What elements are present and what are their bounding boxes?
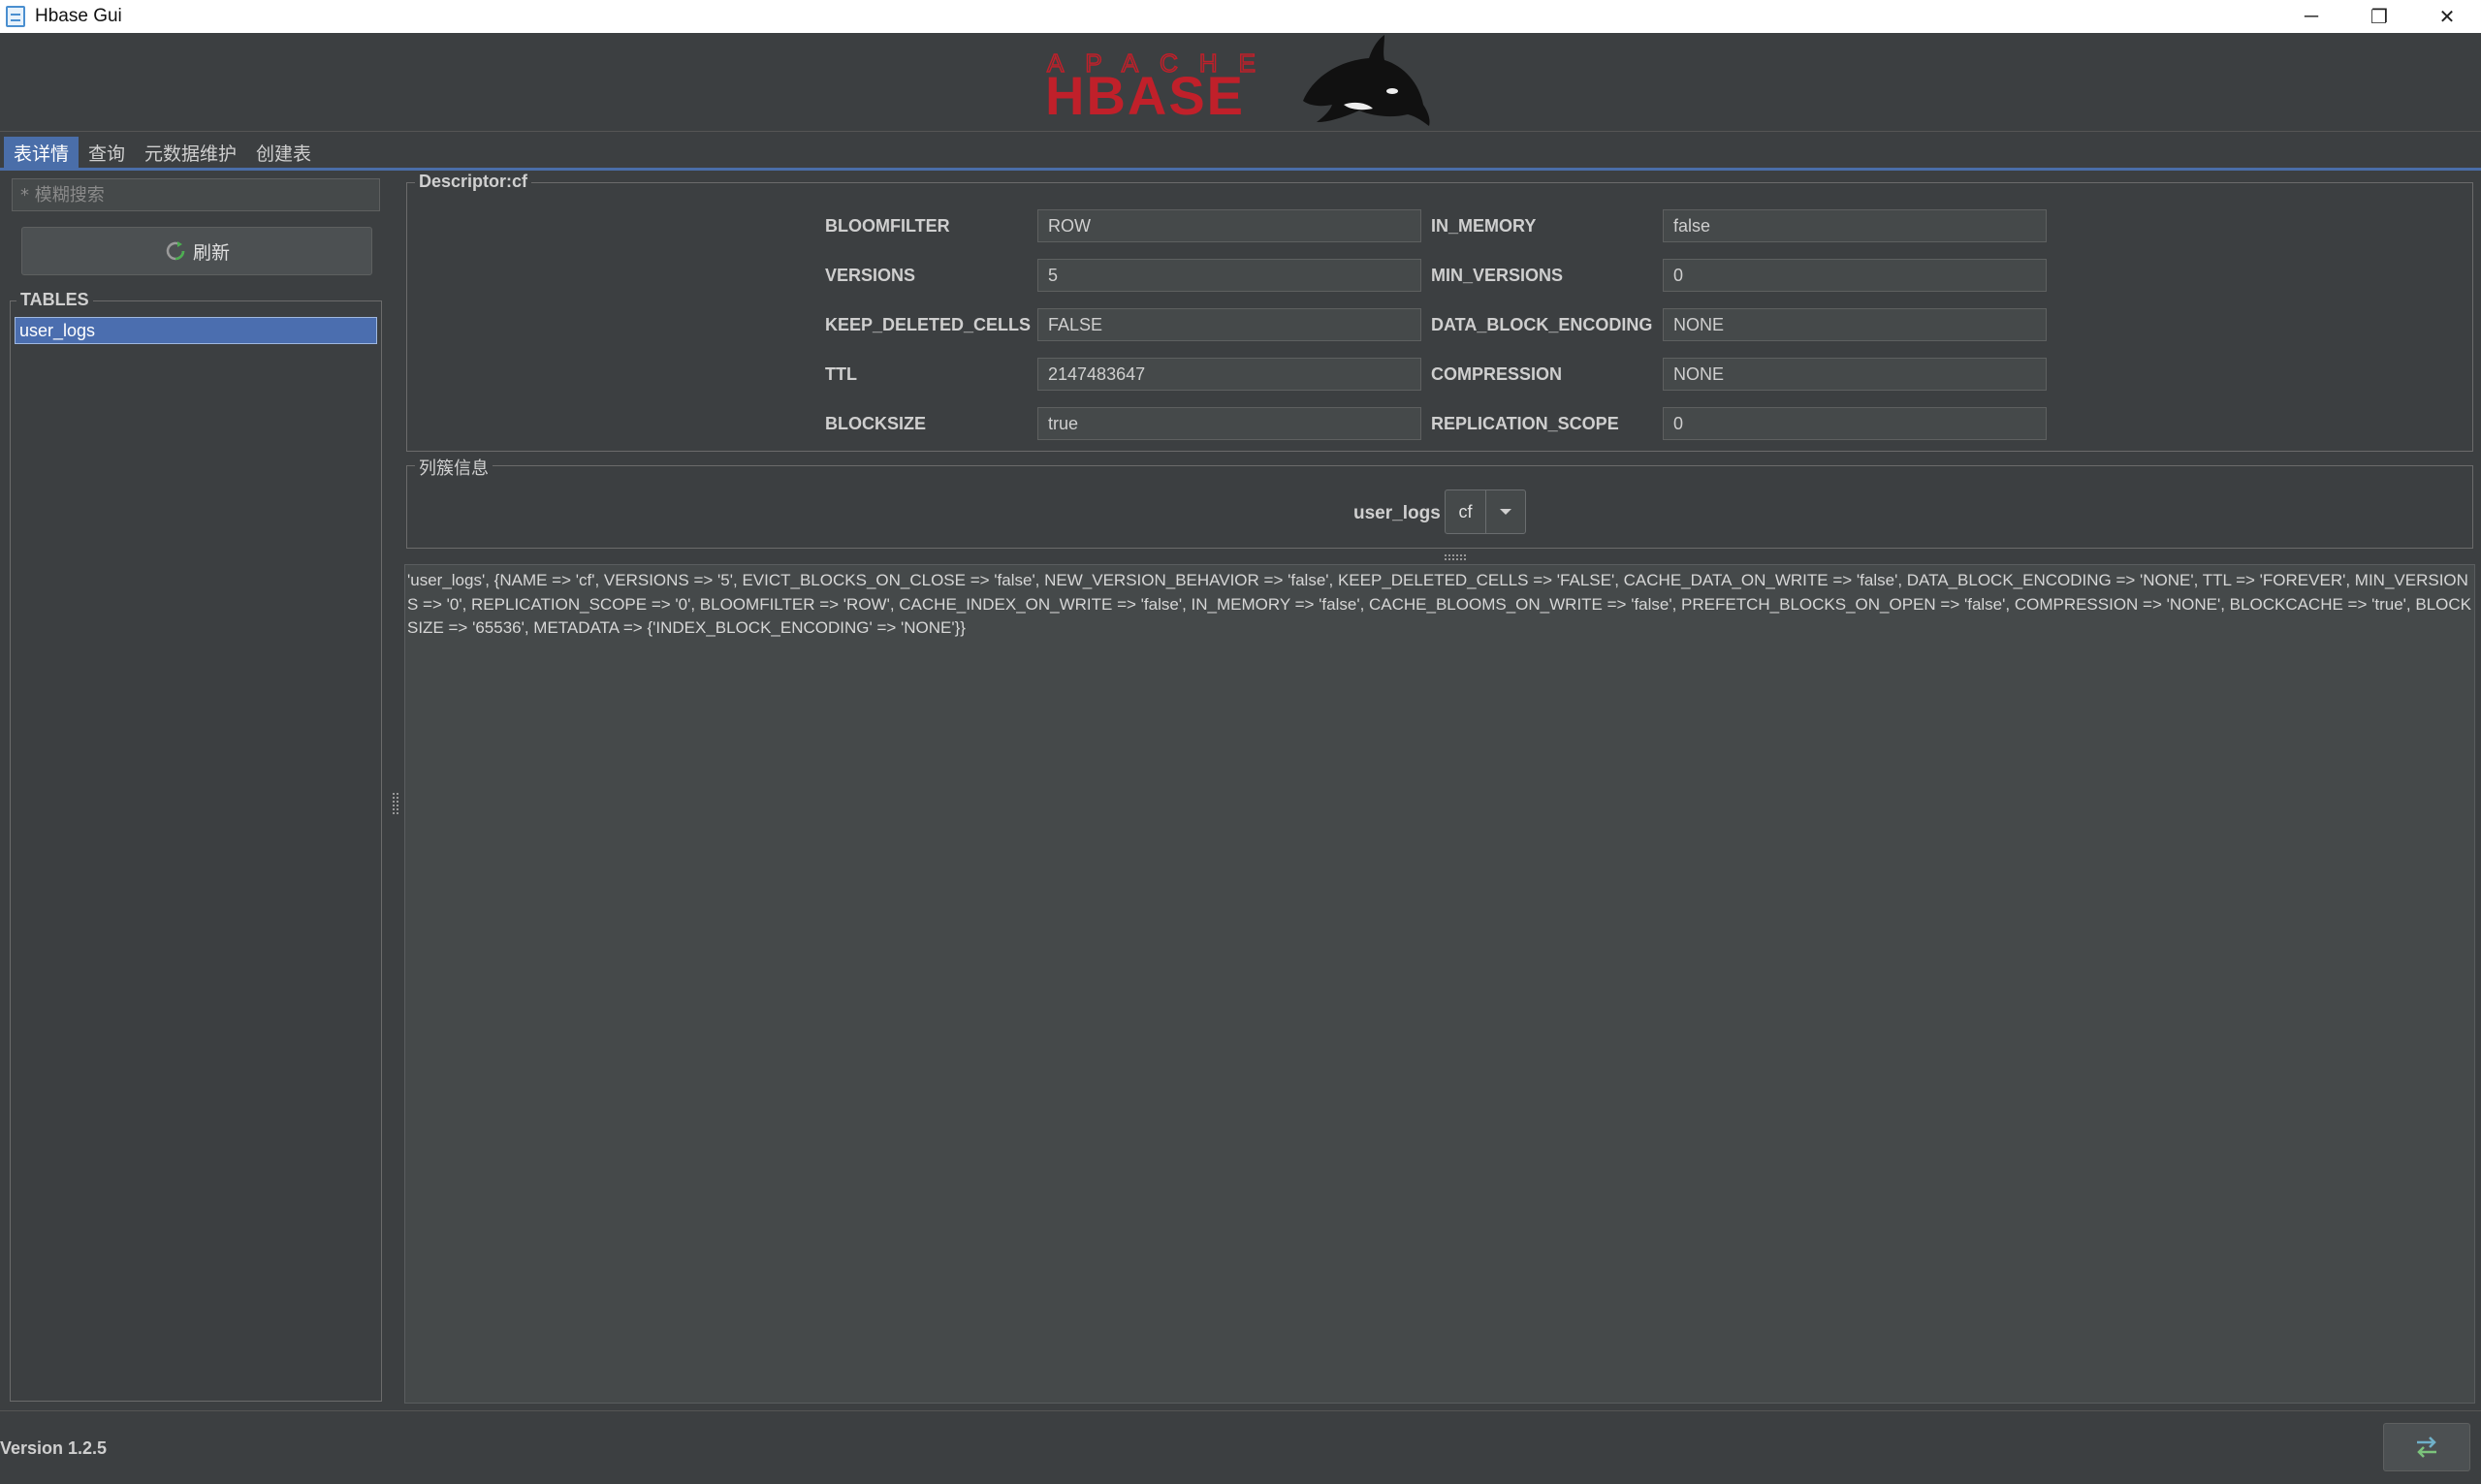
tab-metadata-maintenance[interactable]: 元数据维护 [135, 137, 246, 168]
tables-group: TABLES user_logs [10, 290, 382, 1402]
blocksize-field[interactable]: true [1037, 407, 1421, 440]
keep-deleted-cells-label: KEEP_DELETED_CELLS [825, 314, 1032, 334]
vertical-splitter[interactable] [388, 173, 403, 1408]
data-block-encoding-label: DATA_BLOCK_ENCODING [1431, 314, 1653, 334]
swap-arrows-icon [2417, 1437, 2436, 1458]
search-input[interactable] [12, 178, 380, 211]
replication-scope-field[interactable]: 0 [1663, 407, 2047, 440]
horizontal-splitter[interactable] [1445, 554, 1466, 560]
bloomfilter-field[interactable]: ROW [1037, 209, 1421, 242]
tab-query[interactable]: 查询 [79, 137, 135, 168]
tab-table-details[interactable]: 表详情 [4, 137, 80, 168]
descriptor-output-text[interactable]: 'user_logs', {NAME => 'cf', VERSIONS => … [404, 564, 2475, 1404]
min-versions-field[interactable]: 0 [1663, 259, 2047, 292]
versions-label: VERSIONS [825, 265, 916, 285]
versions-field[interactable]: 5 [1037, 259, 1421, 292]
compression-label: COMPRESSION [1431, 363, 1563, 384]
ttl-field[interactable]: 2147483647 [1037, 358, 1421, 391]
window-controls: ─ ❐ ✕ [2277, 0, 2481, 33]
version-label: Version 1.2.5 [0, 1438, 108, 1458]
column-family-select[interactable]: cf [1445, 489, 1526, 534]
replication-scope-label: REPLICATION_SCOPE [1431, 413, 1619, 433]
logo-hbase-text: HBASE [1045, 65, 1245, 126]
descriptor-panel: Descriptor:cf BLOOMFILTER ROW IN_MEMORY … [406, 172, 2473, 452]
column-family-title: 列簇信息 [415, 455, 493, 480]
keep-deleted-cells-field[interactable]: FALSE [1037, 308, 1421, 341]
refresh-label: 刷新 [192, 241, 230, 264]
chevron-down-icon [1486, 507, 1525, 517]
minimize-button[interactable]: ─ [2277, 0, 2345, 33]
compression-field[interactable]: NONE [1663, 358, 2047, 391]
column-family-panel: 列簇信息 user_logs cf [406, 455, 2473, 549]
column-family-selected: cf [1446, 490, 1486, 533]
splitter-grip-icon [393, 793, 398, 814]
refresh-icon [166, 241, 185, 261]
bloomfilter-label: BLOOMFILTER [825, 215, 950, 236]
hbase-logo: APACHE HBASE [1045, 35, 1430, 126]
descriptor-title: Descriptor:cf [415, 172, 532, 192]
left-panel: 刷新 TABLES user_logs [0, 173, 388, 1408]
ttl-label: TTL [825, 363, 857, 384]
tab-create-table[interactable]: 创建表 [246, 137, 321, 168]
app-header: APACHE HBASE [0, 33, 2481, 132]
window-title: Hbase Gui [35, 6, 122, 26]
column-family-table-label: user_logs [1353, 503, 1441, 523]
data-block-encoding-field[interactable]: NONE [1663, 308, 2047, 341]
min-versions-label: MIN_VERSIONS [1431, 265, 1564, 285]
table-list-item[interactable]: user_logs [15, 317, 377, 344]
refresh-button[interactable]: 刷新 [21, 227, 372, 275]
app-window-icon [6, 6, 25, 27]
orca-icon [1303, 35, 1430, 126]
in-memory-label: IN_MEMORY [1431, 215, 1537, 236]
in-memory-field[interactable]: false [1663, 209, 2047, 242]
restore-button[interactable]: ❐ [2345, 0, 2413, 33]
window-titlebar: Hbase Gui ─ ❐ ✕ [0, 0, 2481, 33]
main-tabs: 表详情 查询 元数据维护 创建表 [0, 137, 2481, 171]
close-button[interactable]: ✕ [2413, 0, 2481, 33]
switch-button[interactable] [2383, 1423, 2470, 1471]
status-bar: Version 1.2.5 [0, 1410, 2481, 1484]
tables-title: TABLES [16, 290, 93, 310]
blocksize-label: BLOCKSIZE [825, 413, 927, 433]
